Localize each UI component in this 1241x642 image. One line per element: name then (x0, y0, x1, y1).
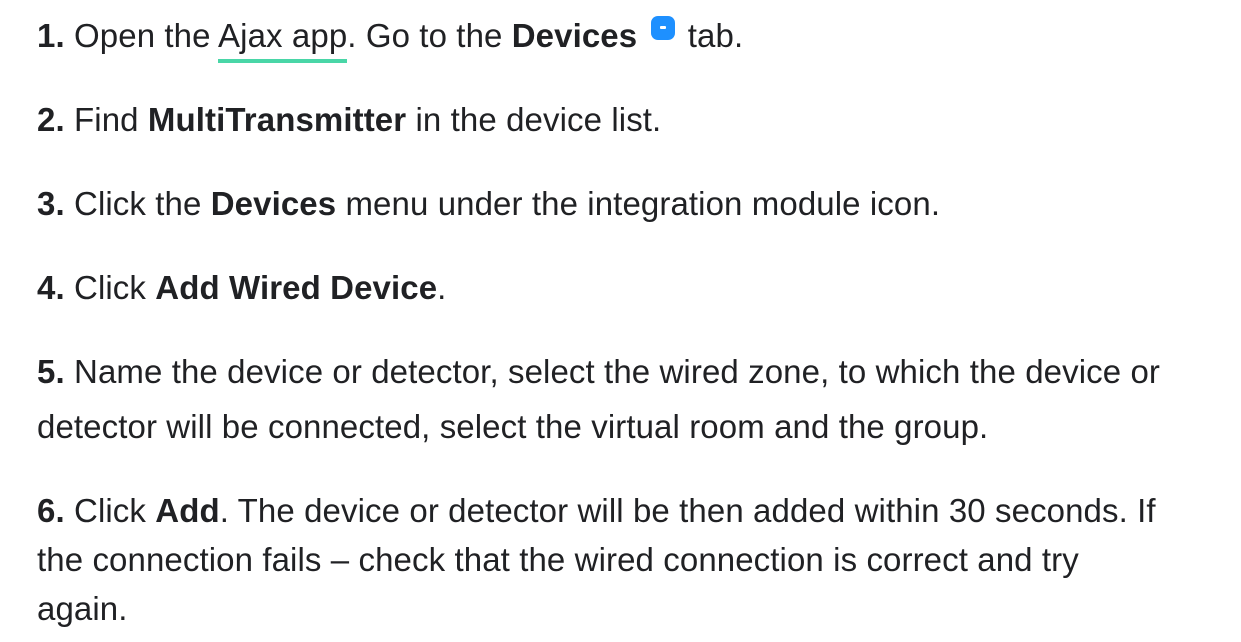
step-number: 2. (37, 101, 65, 138)
ajax-app-link[interactable]: Ajax app (218, 17, 348, 63)
step-text: Click the (74, 185, 211, 222)
step-text: Name the device or detector, select the … (74, 353, 1160, 390)
step-1: 1. Open the Ajax app. Go to the Devices … (37, 13, 1217, 63)
devices-label: Devices (511, 17, 638, 54)
step-number: 1. (37, 17, 65, 54)
step-text: Find (74, 101, 148, 138)
step-2: 2. Find MultiTransmitter in the device l… (37, 97, 1217, 142)
step-text: . Go to the (347, 17, 512, 54)
instruction-steps: 1. Open the Ajax app. Go to the Devices … (0, 0, 1241, 642)
step-text: . The device or detector will be then ad… (219, 492, 1156, 529)
add-wired-device-label: Add Wired Device (155, 269, 438, 306)
step-text: Open the (74, 17, 219, 54)
step-text: again. (37, 590, 128, 627)
step-text: in the device list. (406, 101, 662, 138)
step-3: 3. Click the Devices menu under the inte… (37, 181, 1217, 226)
step-number: 3. (37, 185, 65, 222)
devices-tab-icon (650, 16, 675, 40)
step-text: detector will be connected, select the v… (37, 408, 989, 445)
step-text: Click (74, 269, 156, 306)
step-text: the connection fails – check that the wi… (37, 541, 1079, 578)
step-6: 6. Click Add. The device or detector wil… (37, 488, 1217, 631)
step-text: menu under the integration module icon. (336, 185, 941, 222)
step-5: 5. Name the device or detector, select t… (37, 349, 1217, 449)
step-text: Click (74, 492, 156, 529)
add-label: Add (155, 492, 220, 529)
step-text: . (437, 269, 447, 306)
devices-menu-label: Devices (210, 185, 337, 222)
step-4: 4. Click Add Wired Device. (37, 265, 1217, 310)
step-number: 6. (37, 492, 65, 529)
step-number: 5. (37, 353, 65, 390)
step-text: tab. (678, 17, 744, 54)
step-number: 4. (37, 269, 65, 306)
multitransmitter-label: MultiTransmitter (147, 101, 407, 138)
